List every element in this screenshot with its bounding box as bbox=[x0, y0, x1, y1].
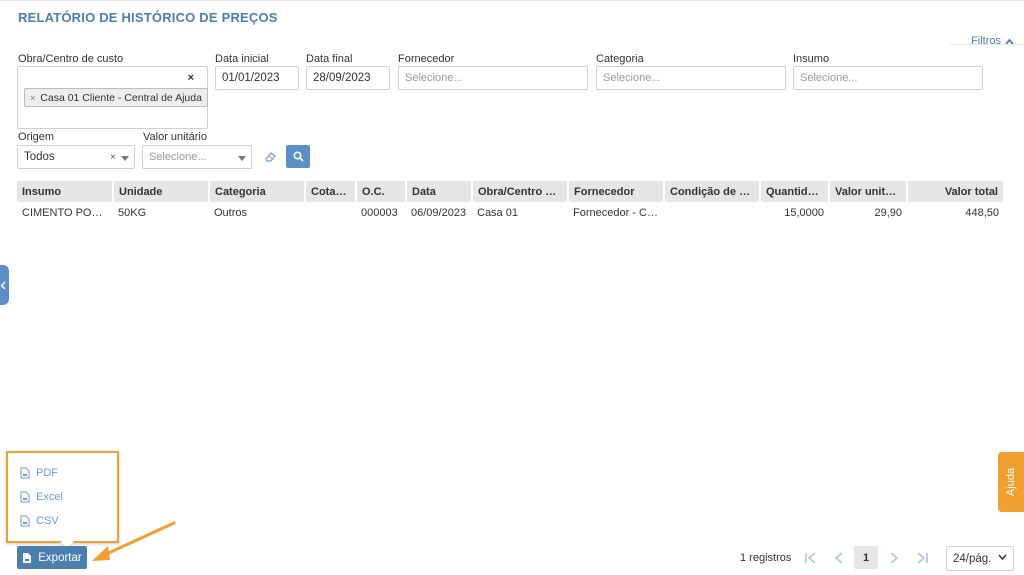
next-page-button[interactable] bbox=[883, 546, 905, 569]
page-title: RELATÓRIO DE HISTÓRICO DE PREÇOS bbox=[18, 10, 278, 25]
col-unidade[interactable]: Unidade bbox=[113, 181, 210, 202]
data-final-label: Data final bbox=[306, 53, 353, 65]
export-excel-label: Excel bbox=[36, 491, 63, 503]
data-inicial-label: Data inicial bbox=[215, 53, 269, 65]
file-icon bbox=[20, 467, 30, 479]
insumo-label: Insumo bbox=[793, 53, 830, 65]
export-button[interactable]: Exportar bbox=[17, 546, 87, 569]
chevron-down-icon bbox=[121, 156, 129, 161]
valor-unitario-label: Valor unitário bbox=[143, 131, 207, 143]
cell-oc: 000003 bbox=[361, 207, 398, 219]
sidebar-collapse-tab[interactable] bbox=[0, 265, 9, 305]
records-count: 1 registros bbox=[740, 552, 792, 564]
results-table: Insumo Unidade Categoria Cotação O.C. Da… bbox=[17, 181, 1005, 224]
col-quantidade[interactable]: Quantidade bbox=[760, 181, 830, 202]
filters-toggle-label: Filtros bbox=[971, 35, 1001, 47]
valor-unitario-select[interactable]: Selecione... bbox=[142, 145, 252, 169]
insumo-select[interactable]: Selecione... bbox=[793, 66, 983, 90]
export-pdf-item[interactable]: PDF bbox=[20, 467, 58, 479]
obra-selected-chip: × Casa 01 Cliente - Central de Ajuda bbox=[24, 88, 208, 107]
col-data[interactable]: Data bbox=[406, 181, 473, 202]
search-button[interactable] bbox=[286, 145, 310, 168]
cell-obra: Casa 01 bbox=[477, 207, 518, 219]
prev-page-button[interactable] bbox=[828, 546, 850, 569]
first-page-button[interactable] bbox=[800, 546, 822, 569]
chip-remove-button[interactable]: × bbox=[30, 93, 35, 103]
current-page[interactable]: 1 bbox=[854, 546, 878, 569]
cell-valor-unitario: 29,90 bbox=[874, 207, 902, 219]
export-button-label: Exportar bbox=[38, 551, 82, 564]
origem-select[interactable]: Todos × bbox=[17, 145, 135, 169]
table-row[interactable]: CIMENTO PORTLAND 50KG Outros 000003 06/0… bbox=[17, 202, 1004, 224]
filters-toggle[interactable]: Filtros bbox=[971, 35, 1014, 47]
export-pdf-label: PDF bbox=[36, 467, 58, 479]
col-fornecedor[interactable]: Fornecedor bbox=[568, 181, 665, 202]
data-inicial-input[interactable]: 01/01/2023 bbox=[215, 66, 299, 90]
help-tab-label: Ajuda bbox=[1005, 467, 1018, 497]
per-page-select[interactable]: 24/pág. bbox=[946, 546, 1014, 571]
cell-data: 06/09/2023 bbox=[411, 207, 467, 219]
chip-label: Casa 01 Cliente - Central de Ajuda bbox=[40, 91, 202, 104]
cell-quantidade: 15,0000 bbox=[784, 207, 824, 219]
col-valor-unitario[interactable]: Valor unitário bbox=[829, 181, 908, 202]
cell-unidade: 50KG bbox=[118, 207, 147, 219]
col-oc[interactable]: O.C. bbox=[356, 181, 407, 202]
first-page-icon bbox=[805, 551, 816, 564]
chevron-right-icon bbox=[890, 551, 899, 564]
chevron-down-icon bbox=[238, 156, 246, 161]
fornecedor-label: Fornecedor bbox=[398, 53, 455, 65]
col-cotacao[interactable]: Cotação bbox=[305, 181, 357, 202]
categoria-label: Categoria bbox=[596, 53, 644, 65]
export-excel-item[interactable]: Excel bbox=[20, 491, 63, 503]
annotation-arrow-icon bbox=[92, 521, 176, 561]
obra-label: Obra/Centro de custo bbox=[18, 53, 124, 65]
origem-value: Todos bbox=[24, 151, 55, 163]
fornecedor-select[interactable]: Selecione... bbox=[398, 66, 588, 90]
origem-label: Origem bbox=[18, 131, 55, 143]
obra-multiselect[interactable]: × × Casa 01 Cliente - Central de Ajuda bbox=[17, 66, 208, 129]
origem-clear-button[interactable]: × bbox=[110, 146, 116, 168]
per-page-value: 24/pág. bbox=[953, 552, 992, 565]
valor-unitario-placeholder: Selecione... bbox=[149, 151, 207, 163]
col-insumo[interactable]: Insumo bbox=[17, 181, 114, 202]
last-page-button[interactable] bbox=[911, 546, 933, 569]
categoria-select[interactable]: Selecione... bbox=[596, 66, 786, 90]
col-valor-total[interactable]: Valor total bbox=[907, 181, 1005, 202]
chevron-left-icon bbox=[0, 280, 6, 290]
chevron-left-icon bbox=[834, 551, 843, 564]
cell-condicao bbox=[664, 202, 760, 224]
cell-fornecedor: Fornecedor - Central de Ajuda bbox=[573, 207, 664, 219]
help-tab[interactable]: Ajuda bbox=[998, 452, 1024, 512]
file-icon bbox=[20, 491, 30, 503]
cell-cotacao bbox=[305, 202, 356, 224]
data-final-input[interactable]: 28/09/2023 bbox=[306, 66, 390, 90]
col-obra[interactable]: Obra/Centro de custo bbox=[472, 181, 569, 202]
cell-valor-total: 448,50 bbox=[965, 207, 999, 219]
export-csv-item[interactable]: CSV bbox=[20, 515, 59, 527]
export-csv-label: CSV bbox=[36, 515, 59, 527]
table-header-row: Insumo Unidade Categoria Cotação O.C. Da… bbox=[17, 181, 1005, 202]
chevron-down-icon bbox=[998, 554, 1007, 561]
file-icon bbox=[20, 515, 30, 527]
col-categoria[interactable]: Categoria bbox=[209, 181, 306, 202]
cell-categoria: Outros bbox=[214, 207, 248, 219]
file-icon bbox=[23, 552, 32, 563]
cell-insumo: CIMENTO PORTLAND bbox=[22, 207, 113, 219]
top-divider bbox=[0, 0, 1024, 1]
eraser-icon[interactable] bbox=[262, 148, 278, 164]
last-page-icon bbox=[917, 551, 928, 564]
obra-clear-button[interactable]: × bbox=[188, 72, 194, 84]
filters-divider bbox=[950, 44, 1024, 45]
col-condicao[interactable]: Condição de pagamento bbox=[664, 181, 761, 202]
search-icon bbox=[292, 151, 304, 162]
